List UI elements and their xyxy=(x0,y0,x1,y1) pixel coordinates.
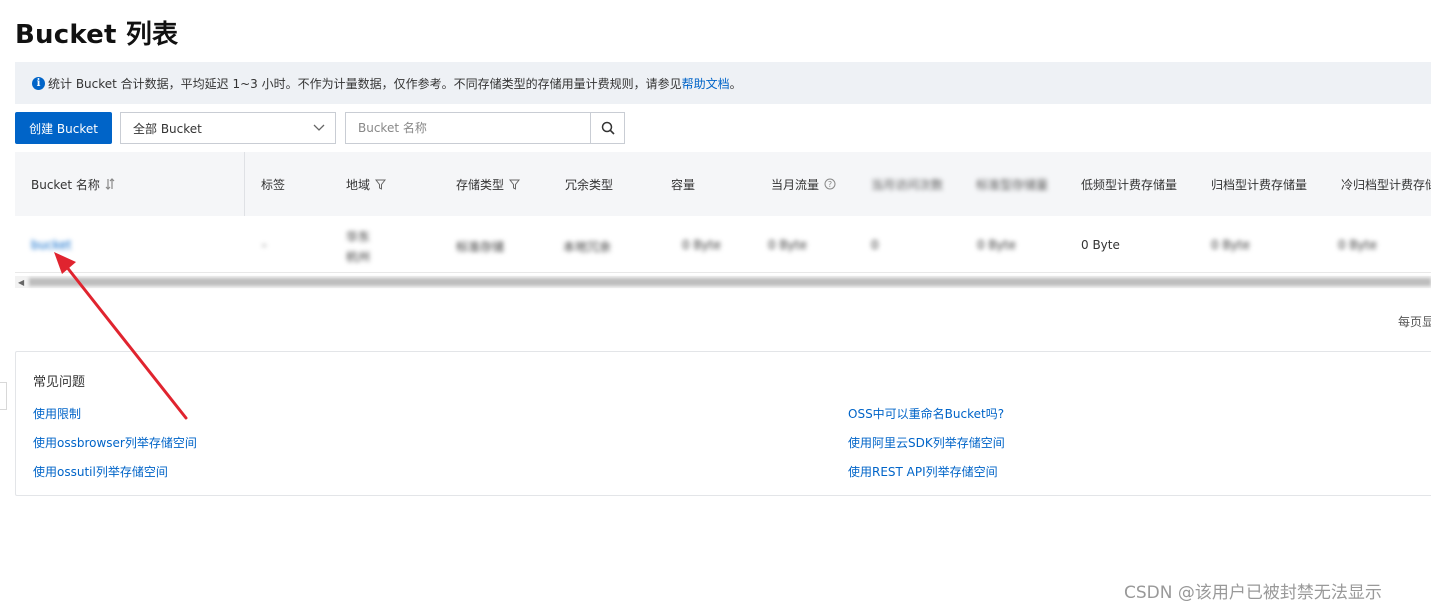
cold-archive-storage-cell: 0 Byte xyxy=(1338,238,1377,252)
archive-storage-cell: 0 Byte xyxy=(1211,238,1250,252)
scrollbar-thumb[interactable] xyxy=(29,278,1431,286)
column-header-monthly-requests: 当月访问次数 xyxy=(871,177,944,192)
search-icon xyxy=(601,121,615,135)
page-title: Bucket 列表 xyxy=(15,20,179,50)
watermark-text: CSDN @该用户已被封禁无法显示 xyxy=(1124,583,1382,603)
faq-link-rename-bucket[interactable]: OSS中可以重命名Bucket吗? xyxy=(848,405,1004,422)
column-label: 存储类型 xyxy=(456,177,505,192)
column-header-tags: 标签 xyxy=(261,177,286,192)
svg-text:?: ? xyxy=(828,180,832,189)
column-header-capacity: 容量 xyxy=(671,177,696,192)
bucket-search xyxy=(345,112,625,144)
capacity-cell: 0 Byte xyxy=(682,238,721,252)
monthly-traffic-cell: 0 Byte xyxy=(768,238,807,252)
column-header-cold-archive-storage: 冷归档型计费存储 xyxy=(1341,177,1431,192)
column-header-storage-class[interactable]: 存储类型 xyxy=(456,152,521,216)
faq-link-usage-limits[interactable]: 使用限制 xyxy=(33,405,81,422)
column-header-monthly-traffic: 当月流量 ? xyxy=(771,152,836,216)
column-header-bucket-name[interactable]: Bucket 名称 xyxy=(31,152,115,216)
tag-cell: - xyxy=(262,238,267,252)
column-header-archive-storage: 归档型计费存储量 xyxy=(1211,177,1308,192)
faq-link-sdk[interactable]: 使用阿里云SDK列举存储空间 xyxy=(848,434,1005,451)
redundancy-cell: 本地冗余 xyxy=(563,240,612,254)
create-bucket-button[interactable]: 创建 Bucket xyxy=(15,112,112,144)
notice-banner: i 统计 Bucket 合计数据，平均延迟 1~3 小时。不作为计量数据，仅作参… xyxy=(15,62,1431,104)
column-header-redundancy: 冗余类型 xyxy=(565,177,614,192)
notice-text: 统计 Bucket 合计数据，平均延迟 1~3 小时。不作为计量数据，仅作参考。… xyxy=(48,76,682,91)
side-panel-handle[interactable] xyxy=(0,382,7,410)
filter-icon[interactable] xyxy=(509,179,521,190)
monthly-requests-cell: 0 xyxy=(871,238,879,252)
bucket-name-link[interactable]: bucket xyxy=(31,238,71,252)
column-label: Bucket 名称 xyxy=(31,177,100,192)
region-cell-line2: 杭州 xyxy=(346,250,371,264)
column-divider xyxy=(244,152,245,216)
faq-panel: 常见问题 使用限制 使用ossbrowser列举存储空间 使用ossutil列举… xyxy=(15,351,1431,496)
standard-storage-cell: 0 Byte xyxy=(977,238,1016,252)
help-icon[interactable]: ? xyxy=(824,178,836,190)
notice-suffix: 。 xyxy=(729,76,742,91)
bucket-filter-select[interactable]: 全部 Bucket xyxy=(120,112,336,144)
column-header-ia-storage: 低频型计费存储量 xyxy=(1081,152,1177,216)
bucket-filter-value: 全部 Bucket xyxy=(133,121,202,136)
ia-storage-cell: 0 Byte xyxy=(1081,238,1120,252)
table-row: bucket - 华东 杭州 标准存储 本地冗余 0 Byte 0 Byte 0… xyxy=(15,216,1431,273)
column-label: 当月流量 xyxy=(771,177,820,192)
sort-icon[interactable] xyxy=(105,178,115,190)
bucket-search-input[interactable] xyxy=(346,113,592,143)
faq-link-ossbrowser[interactable]: 使用ossbrowser列举存储空间 xyxy=(33,434,197,451)
scroll-left-icon[interactable]: ◀ xyxy=(18,278,24,287)
faq-title: 常见问题 xyxy=(33,375,86,390)
chevron-down-icon xyxy=(313,124,325,131)
info-icon: i xyxy=(32,76,45,90)
faq-link-ossutil[interactable]: 使用ossutil列举存储空间 xyxy=(33,463,168,480)
horizontal-scrollbar[interactable]: ◀ xyxy=(15,276,1431,288)
filter-icon[interactable] xyxy=(375,179,387,190)
region-cell-line1: 华东 xyxy=(346,230,371,244)
per-page-label: 每页显 xyxy=(1398,315,1431,329)
column-header-region[interactable]: 地域 xyxy=(346,152,387,216)
column-label: 地域 xyxy=(346,177,371,192)
table-header: Bucket 名称 标签 地域 存储类型 冗余类型 容量 当月流量 ? 当月访问… xyxy=(15,152,1431,216)
faq-link-rest-api[interactable]: 使用REST API列举存储空间 xyxy=(848,463,998,480)
column-header-standard-storage: 标准型存储量 xyxy=(976,177,1049,192)
search-button[interactable] xyxy=(590,113,624,143)
help-doc-link[interactable]: 帮助文档 xyxy=(682,75,730,92)
storage-class-cell: 标准存储 xyxy=(456,240,505,254)
column-label: 低频型计费存储量 xyxy=(1081,177,1178,192)
